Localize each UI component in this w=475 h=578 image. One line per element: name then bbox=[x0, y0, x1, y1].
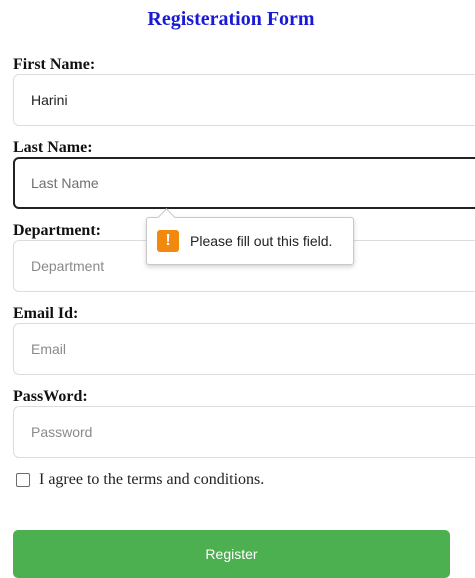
validation-tooltip: ! Please fill out this field. bbox=[146, 208, 354, 265]
warning-icon: ! bbox=[157, 230, 179, 252]
first-name-label: First Name: bbox=[13, 56, 96, 73]
form-title: Registeration Form bbox=[147, 8, 315, 30]
tooltip-arrow bbox=[157, 208, 176, 227]
registration-form: Registeration Form First Name: Last Name… bbox=[0, 0, 475, 578]
first-name-input[interactable] bbox=[13, 74, 475, 126]
terms-label: I agree to the terms and conditions. bbox=[39, 471, 265, 488]
password-input[interactable] bbox=[13, 406, 475, 458]
last-name-label: Last Name: bbox=[13, 139, 93, 156]
tooltip-message: Please fill out this field. bbox=[190, 233, 333, 249]
register-button[interactable]: Register bbox=[13, 530, 450, 578]
email-label: Email Id: bbox=[13, 305, 79, 322]
email-input[interactable] bbox=[13, 323, 475, 375]
password-label: PassWord: bbox=[13, 388, 88, 405]
department-label: Department: bbox=[13, 222, 101, 239]
last-name-input[interactable] bbox=[13, 157, 475, 209]
terms-checkbox[interactable] bbox=[16, 473, 30, 487]
